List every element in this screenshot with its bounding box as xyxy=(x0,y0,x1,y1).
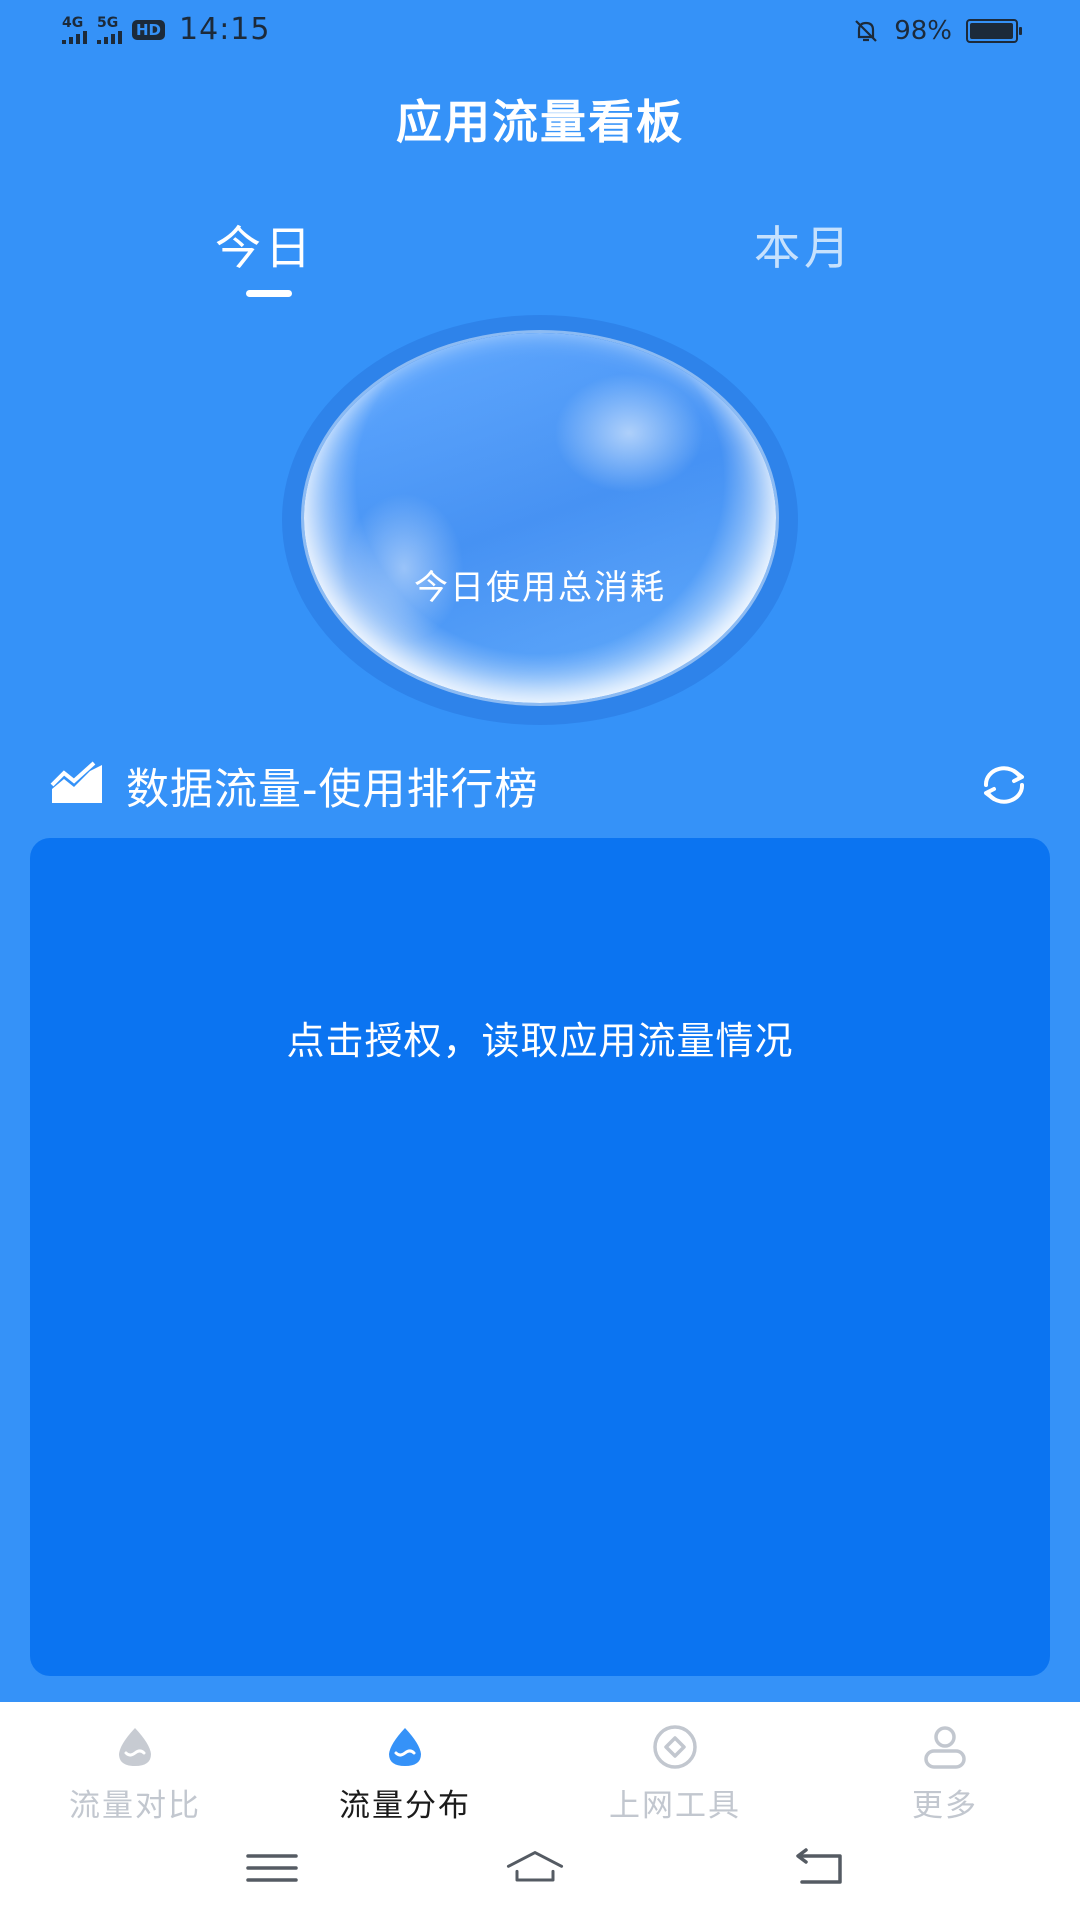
network-type-2: 5G xyxy=(97,14,119,31)
battery-icon xyxy=(966,19,1022,43)
drop-icon xyxy=(119,1728,151,1766)
hd-icon: HD xyxy=(132,19,166,40)
nav-item-tools[interactable]: 上网工具 xyxy=(565,1724,785,1825)
ranking-card[interactable]: 点击授权，读取应用流量情况 xyxy=(30,838,1050,1676)
tab-today[interactable]: 今日 xyxy=(215,212,315,278)
home-icon[interactable] xyxy=(505,1838,565,1898)
status-bar: 4G 5G HD 14:15 98% xyxy=(0,0,1080,66)
ranking-title: 数据流量-使用排行榜 xyxy=(126,765,539,815)
nav-label: 流量分布 xyxy=(339,1788,471,1824)
nav-item-compare[interactable]: 流量对比 xyxy=(25,1724,245,1825)
menu-icon[interactable] xyxy=(242,1838,302,1898)
signal-icon: 5G xyxy=(97,16,122,44)
tab-active-indicator xyxy=(246,290,292,297)
authorize-prompt[interactable]: 点击授权，读取应用流量情况 xyxy=(30,1010,1050,1065)
usage-bubble[interactable] xyxy=(282,315,798,725)
network-type-1: 4G xyxy=(62,14,84,31)
nav-label: 流量对比 xyxy=(69,1788,201,1824)
system-nav-bar xyxy=(0,1838,1080,1898)
period-tabs: 今日 本月 xyxy=(0,212,1080,302)
battery-percent: 98% xyxy=(894,16,952,46)
nav-label: 更多 xyxy=(912,1788,978,1824)
nav-item-more[interactable]: 更多 xyxy=(835,1724,1055,1825)
refresh-icon[interactable] xyxy=(978,763,1030,807)
tab-month[interactable]: 本月 xyxy=(754,212,854,278)
trend-chart-icon xyxy=(50,761,102,803)
diamond-circle-icon xyxy=(653,1725,697,1769)
drop-icon xyxy=(389,1728,421,1766)
nav-item-distribution[interactable]: 流量分布 xyxy=(295,1724,515,1825)
back-icon[interactable] xyxy=(790,1838,850,1898)
ranking-header: 数据流量-使用排行榜 xyxy=(50,755,1030,815)
status-time: 14:15 xyxy=(179,12,271,47)
bubble-sphere xyxy=(304,333,776,703)
page-title: 应用流量看板 xyxy=(396,95,684,149)
mute-bell-icon xyxy=(855,20,877,42)
nav-label: 上网工具 xyxy=(609,1788,741,1824)
signal-icon: 4G xyxy=(62,16,87,44)
user-icon xyxy=(924,1726,966,1769)
bubble-label: 今日使用总消耗 xyxy=(414,568,666,608)
